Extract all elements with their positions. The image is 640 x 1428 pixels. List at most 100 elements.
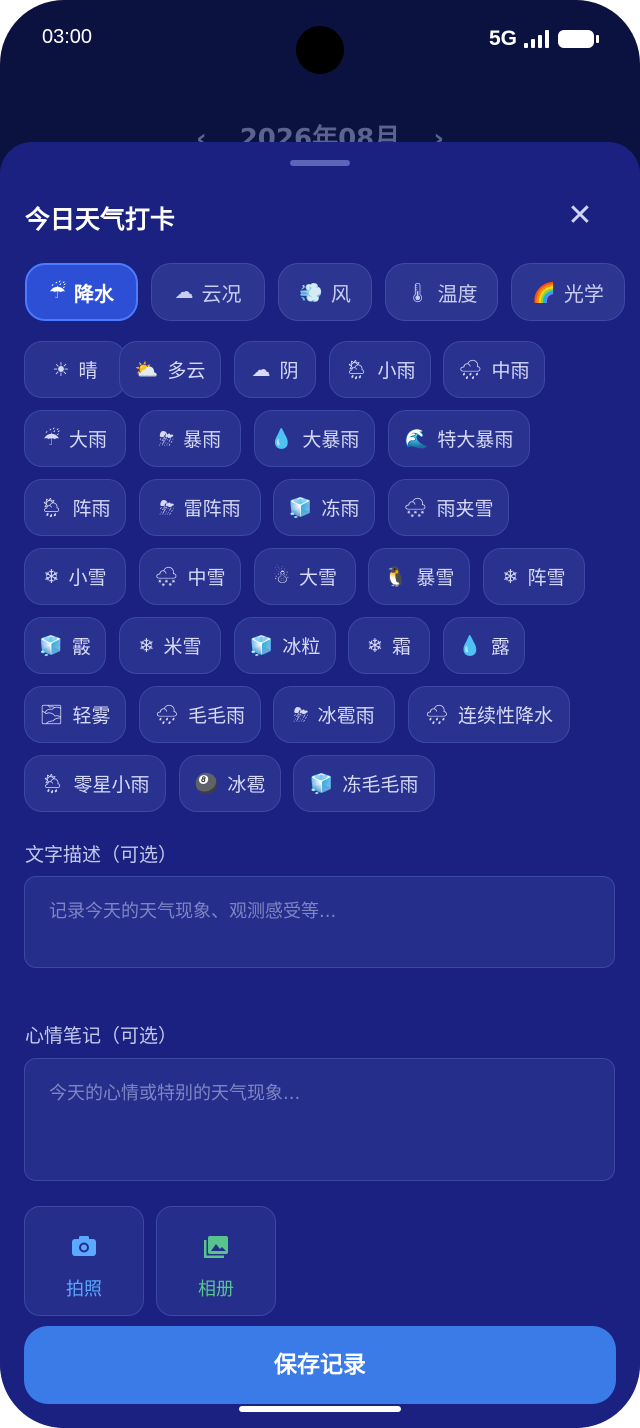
front-camera [296,26,344,74]
weather-chip-mist[interactable]: 🌫 轻雾 [24,686,126,743]
weather-chip-drizzle[interactable]: 🌧 毛毛雨 [139,686,261,743]
category-tab-clouds[interactable]: ☁ 云况 [151,263,265,321]
category-tab-precipitation[interactable]: ☔ 降水 [25,263,138,321]
weather-chip-heavy-rain[interactable]: ☔ 大雨 [24,410,126,467]
weather-chip-sunny[interactable]: ☀ 晴 [24,341,126,398]
weather-chip-hail[interactable]: 🎱 冰雹 [179,755,281,812]
home-indicator[interactable] [239,1406,401,1412]
snowflake-icon: ❄ [43,565,60,588]
status-bar: 03:00 5G [0,0,640,80]
chip-label: 冰雹 [227,774,266,796]
weather-chip-dew[interactable]: 💧 露 [443,617,525,674]
category-label: 云况 [201,281,242,306]
save-record-button[interactable]: 保存记录 [24,1326,616,1404]
weather-chip-frost[interactable]: ❄ 霜 [348,617,430,674]
weather-chip-freezing-drizzle[interactable]: 🧊 冻毛毛雨 [293,755,435,812]
take-photo-label: 拍照 [66,1279,102,1300]
category-tab-temperature[interactable]: 🌡 温度 [385,263,498,321]
weather-chip-moderate-rain[interactable]: 🌧 中雨 [443,341,545,398]
signal-icon [524,30,552,48]
chip-label: 雨夹雪 [436,498,494,520]
umbrella-rain-icon: ☔ [48,281,67,303]
weather-chip-ice-pellets[interactable]: 🧊 冰粒 [234,617,336,674]
status-time: 03:00 [42,26,93,48]
chip-label: 霜 [391,636,411,658]
fog-icon: 🌫 [39,704,64,726]
weather-chip-continuous-precipitation[interactable]: 🌧 连续性降水 [408,686,570,743]
chip-label: 晴 [78,360,98,382]
wave-icon: 🌊 [404,428,429,450]
sheet-title: 今日天气打卡 [25,205,176,234]
album-button[interactable]: 相册 [156,1206,276,1316]
category-tabs: ☔ 降水 ☁ 云况 💨 风 🌡 温度 🌈 光学 [25,263,640,323]
snow-cloud-icon: 🌨 [403,497,428,519]
chip-label: 霰 [71,636,91,658]
chip-label: 中雨 [491,360,530,382]
weather-chip-scattered-showers[interactable]: 🌦 零星小雨 [24,755,166,812]
weather-chip-hail-rain[interactable]: ⛈ 冰雹雨 [273,686,395,743]
umbrella-rain-icon: ☔ [42,427,61,450]
weather-chip-sleet[interactable]: 🌨 雨夹雪 [388,479,509,536]
ice-cube-icon: 🧊 [288,497,313,519]
chip-label: 阴 [279,360,299,382]
weather-chip-partly-cloudy[interactable]: ⛅ 多云 [119,341,221,398]
weather-chip-heavy-rainstorm[interactable]: 💧 大暴雨 [254,410,375,467]
droplet-icon: 💧 [269,428,294,450]
wind-icon: 💨 [299,281,323,304]
sun-rain-cloud-icon: 🌦 [40,773,65,795]
snowflake-icon: ❄ [502,565,519,588]
sun-rain-cloud-icon: 🌦 [344,359,369,381]
chip-label: 轻雾 [72,705,111,727]
weather-chip-heavy-snow[interactable]: ☃ 大雪 [254,548,356,605]
snowflake-icon: ❄ [138,634,155,657]
weather-chip-blizzard[interactable]: 🐧 暴雪 [368,548,470,605]
phone-screen: 03:00 5G ‹ 2026年08月 › 今日天气打卡 ✕ ☔ 降水 ☁ 云况… [0,0,640,1428]
weather-chip-overcast[interactable]: ☁ 阴 [234,341,316,398]
penguin-icon: 🐧 [383,566,408,588]
sun-rain-cloud-icon: 🌦 [39,497,64,519]
weather-chip-snow-shower[interactable]: ❄ 阵雪 [483,548,585,605]
snowflake-icon: ❄ [367,634,383,657]
ice-cube-icon: 🧊 [39,635,63,657]
sun-behind-cloud-icon: ⛅ [134,359,159,381]
chip-label: 雷阵雨 [183,498,241,520]
mood-note-label: 心情笔记（可选） [25,1025,178,1047]
snow-cloud-icon: 🌨 [154,566,179,588]
weather-chip-light-rain[interactable]: 🌦 小雨 [329,341,431,398]
category-tab-wind[interactable]: 💨 风 [278,263,372,321]
album-label: 相册 [198,1279,234,1300]
weather-chip-shower[interactable]: 🌦 阵雨 [24,479,126,536]
droplet-icon: 💧 [458,635,482,657]
checkin-sheet: 今日天气打卡 ✕ ☔ 降水 ☁ 云况 💨 风 🌡 温度 🌈 光学 ☀ 晴 ⛅ 多… [0,142,640,1428]
gallery-icon [157,1235,275,1265]
weather-chip-graupel[interactable]: 🧊 霰 [24,617,106,674]
chip-label: 冻毛毛雨 [342,774,419,796]
chip-label: 大暴雨 [302,429,360,451]
category-label: 风 [330,281,351,306]
chip-label: 小雪 [68,567,107,589]
category-tab-optics[interactable]: 🌈 光学 [511,263,625,321]
chip-label: 中雪 [187,567,226,589]
take-photo-button[interactable]: 拍照 [24,1206,144,1316]
weather-chip-light-snow[interactable]: ❄ 小雪 [24,548,126,605]
close-icon[interactable]: ✕ [562,198,598,234]
weather-chip-moderate-snow[interactable]: 🌨 中雪 [139,548,241,605]
weather-chip-snow-grains[interactable]: ❄ 米雪 [119,617,221,674]
weather-chip-freezing-rain[interactable]: 🧊 冻雨 [273,479,375,536]
battery-icon [558,30,599,48]
chip-label: 零星小雨 [73,774,150,796]
text-description-input[interactable]: 记录今天的天气现象、观测感受等... [24,876,615,968]
mood-note-input[interactable]: 今天的心情或特别的天气现象... [24,1058,615,1181]
sheet-drag-handle[interactable] [290,160,350,166]
chip-label: 特大暴雨 [437,429,514,451]
category-label: 温度 [437,281,478,306]
network-type: 5G [489,27,518,50]
rainbow-icon: 🌈 [532,281,556,304]
hail-ball-icon: 🎱 [194,773,219,795]
weather-chip-extreme-rainstorm[interactable]: 🌊 特大暴雨 [388,410,530,467]
weather-chip-thunder-shower[interactable]: ⛈ 雷阵雨 [139,479,261,536]
weather-chip-rainstorm[interactable]: ⛈ 暴雨 [139,410,241,467]
chip-label: 阵雪 [527,567,566,589]
text-description-label: 文字描述（可选） [25,844,178,866]
mood-note-placeholder: 今天的心情或特别的天气现象... [49,1083,301,1104]
